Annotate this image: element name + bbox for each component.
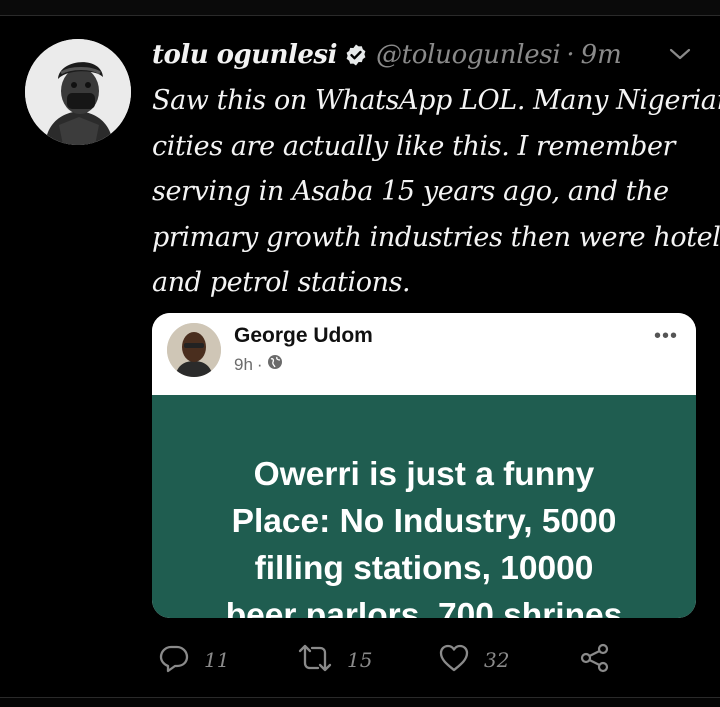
retweet-icon bbox=[297, 642, 333, 678]
embedded-more-icon: ••• bbox=[654, 325, 679, 347]
embedded-post-header: George Udom 9h · ••• bbox=[152, 313, 696, 395]
share-icon bbox=[579, 642, 611, 678]
author-name[interactable]: tolu ogunlesi bbox=[152, 40, 337, 70]
tweet-text: Saw this on WhatsApp LOL. Many Nigerian … bbox=[152, 78, 720, 306]
embedded-post-line: Owerri is just a funny bbox=[253, 456, 595, 493]
tweet-time[interactable]: 9m bbox=[581, 40, 622, 70]
tweet-text-line: Saw this on WhatsApp LOL. Many Nigerian bbox=[152, 85, 720, 116]
embedded-post-text: Owerri is just a funny Place: No Industr… bbox=[152, 451, 696, 618]
reply-button[interactable]: 11 bbox=[158, 640, 229, 680]
embedded-post-meta: 9h · bbox=[234, 354, 283, 375]
embedded-post-body: Owerri is just a funny Place: No Industr… bbox=[152, 395, 696, 618]
embedded-meta-separator: · bbox=[256, 354, 263, 374]
like-button[interactable]: 32 bbox=[438, 640, 509, 680]
embedded-author-name: George Udom bbox=[234, 324, 373, 347]
like-count: 32 bbox=[484, 648, 510, 672]
header-separator: · bbox=[566, 40, 575, 70]
tweet-text-line: serving in Asaba 15 years ago, and the bbox=[152, 176, 669, 207]
retweet-button[interactable]: 15 bbox=[297, 640, 372, 680]
embedded-post-line: beer parlors, 700 shrines bbox=[225, 597, 623, 618]
globe-icon bbox=[267, 354, 283, 375]
top-divider bbox=[0, 0, 720, 16]
bottom-divider bbox=[0, 697, 720, 707]
author-avatar-image bbox=[25, 39, 131, 145]
embedded-post-line: Place: No Industry, 5000 bbox=[231, 503, 617, 540]
embedded-post-time: 9h bbox=[234, 354, 253, 374]
tweet-text-line: cities are actually like this. I remembe… bbox=[152, 130, 676, 162]
verified-icon bbox=[344, 43, 368, 67]
reply-icon bbox=[158, 642, 190, 678]
tweet-text-line: and petrol stations. bbox=[152, 267, 411, 298]
retweet-count: 15 bbox=[347, 648, 373, 672]
tweet-header: tolu ogunlesi @toluogunlesi · 9m bbox=[152, 37, 622, 73]
tweet-actions: 11 15 32 bbox=[0, 640, 720, 680]
chevron-down-icon[interactable] bbox=[668, 44, 692, 64]
share-button[interactable] bbox=[579, 640, 611, 680]
author-handle[interactable]: @toluogunlesi bbox=[376, 40, 561, 70]
embedded-post-line: filling stations, 10000 bbox=[254, 550, 594, 587]
reply-count: 11 bbox=[204, 648, 230, 672]
author-avatar[interactable] bbox=[25, 39, 131, 145]
embedded-author-avatar bbox=[167, 323, 221, 377]
like-icon bbox=[438, 642, 470, 678]
tweet-text-line: primary growth industries then were hote… bbox=[152, 221, 720, 253]
embedded-image-card[interactable]: George Udom 9h · ••• Owerri is just a fu… bbox=[152, 313, 696, 618]
